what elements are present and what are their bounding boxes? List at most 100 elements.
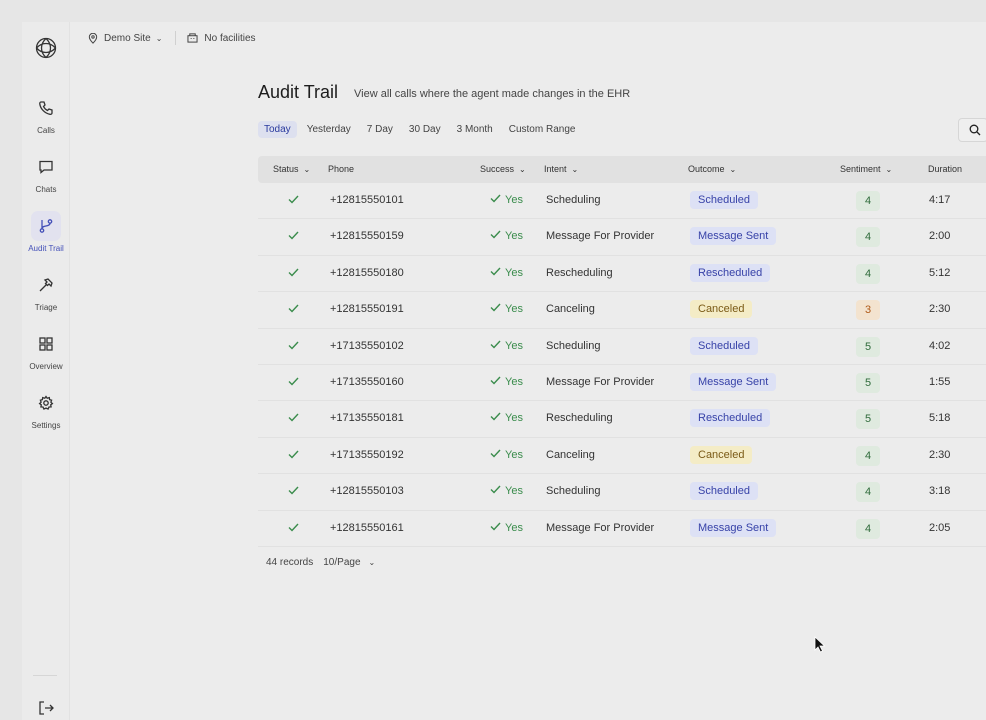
success-cell: Yes	[490, 522, 523, 534]
status-check-icon	[288, 304, 299, 316]
location-pin-icon	[88, 32, 98, 44]
chevron-down-icon[interactable]: ⌄	[156, 34, 163, 43]
app-window: Calls Chats Audit Trail Triage Overview	[22, 22, 986, 720]
table-row[interactable]: +12815550161 Yes Message For Provider Me…	[258, 511, 986, 547]
sidebar: Calls Chats Audit Trail Triage Overview	[22, 22, 70, 720]
table-row[interactable]: +17135550192 Yes Canceling Canceled 4 2:…	[258, 438, 986, 475]
chevron-down-icon: ⌄	[729, 164, 737, 174]
filter-7-day[interactable]: 7 Day	[361, 121, 399, 138]
filter-today[interactable]: Today	[258, 121, 297, 138]
sidebar-item-label: Overview	[29, 362, 63, 371]
column-success[interactable]: Success ⌄	[480, 164, 526, 174]
column-sentiment[interactable]: Sentiment ⌄	[840, 164, 892, 174]
outcome-badge: Scheduled	[690, 191, 758, 209]
duration-cell: 5:12	[929, 266, 951, 279]
gear-icon	[31, 388, 61, 418]
duration-cell: 1:55	[929, 375, 951, 388]
duration-cell: 2:05	[929, 521, 951, 534]
outcome-badge: Scheduled	[690, 482, 758, 501]
sidebar-item-label: Calls	[37, 126, 55, 135]
outcome-badge: Message Sent	[690, 372, 777, 391]
chevron-down-icon: ⌄	[571, 164, 579, 174]
table-row[interactable]: +12815550191 Yes Canceling Canceled 3 2:…	[258, 292, 986, 329]
intent-cell: Rescheduling	[546, 266, 613, 279]
sidebar-item-chats[interactable]: Chats	[22, 152, 70, 194]
app-logo[interactable]	[34, 36, 58, 60]
column-label: Success	[480, 164, 515, 174]
duration-cell: 2:30	[929, 448, 951, 461]
success-label: Yes	[505, 303, 523, 316]
intent-cell: Scheduling	[546, 485, 601, 498]
sidebar-item-label: Audit Trail	[28, 244, 64, 253]
sidebar-item-calls[interactable]: Calls	[22, 93, 70, 135]
check-icon	[490, 194, 505, 206]
table-row[interactable]: +17135550102 Yes Scheduling Scheduled 5 …	[258, 329, 986, 365]
table-row[interactable]: +12815550103 Yes Scheduling Scheduled 4 …	[258, 474, 986, 511]
check-icon	[490, 449, 505, 461]
table-row[interactable]: +12815550101 Yes Scheduling Scheduled 4 …	[258, 183, 986, 220]
success-cell: Yes	[490, 230, 523, 242]
check-icon	[490, 230, 505, 242]
duration-cell: 4:17	[929, 194, 951, 206]
success-cell: Yes	[490, 485, 523, 497]
filter-custom-range[interactable]: Custom Range	[503, 121, 582, 138]
table-row[interactable]: +17135550160 Yes Message For Provider Me…	[258, 365, 986, 402]
success-label: Yes	[505, 230, 523, 243]
facilities-selector[interactable]: No facilities	[204, 33, 255, 44]
status-check-icon	[288, 523, 299, 535]
sidebar-item-settings[interactable]: Settings	[22, 388, 70, 430]
success-cell: Yes	[490, 267, 523, 279]
site-selector[interactable]: Demo Site	[104, 33, 151, 44]
table-header: Status ⌄ Phone Success ⌄ Intent ⌄ Outcome ⌄ …	[258, 156, 986, 183]
outcome-badge: Scheduled	[690, 336, 758, 355]
outcome-badge: Canceled	[690, 445, 753, 464]
page-size-select[interactable]: 10/Page ⌄	[323, 557, 375, 568]
success-label: Yes	[505, 448, 523, 461]
table-body: +12815550101 Yes Scheduling Scheduled 4 …	[258, 183, 986, 547]
date-filter-tabs: Today Yesterday 7 Day 30 Day 3 Month Cus…	[258, 121, 585, 138]
filter-3-month[interactable]: 3 Month	[451, 121, 499, 138]
outcome-badge: Message Sent	[690, 227, 777, 246]
sidebar-item-label: Triage	[34, 303, 58, 312]
audit-trail-icon	[31, 211, 61, 241]
sidebar-item-audit-trail[interactable]: Audit Trail	[22, 211, 70, 253]
phone-cell: +12815550159	[330, 230, 404, 243]
column-status[interactable]: Status ⌄	[273, 164, 310, 174]
check-icon	[490, 376, 505, 388]
sentiment-badge: 4	[856, 518, 880, 539]
column-outcome[interactable]: Outcome ⌄	[688, 164, 736, 174]
status-check-icon	[288, 341, 299, 353]
duration-cell: 5:18	[929, 412, 951, 425]
duration-cell: 3:18	[929, 485, 951, 498]
sentiment-badge: 4	[856, 191, 880, 211]
success-cell: Yes	[490, 412, 523, 424]
duration-cell: 2:30	[929, 303, 951, 316]
column-phone[interactable]: Phone	[328, 164, 354, 174]
sidebar-item-label: Settings	[31, 421, 61, 430]
table-row[interactable]: +17135550181 Yes Rescheduling Reschedule…	[258, 401, 986, 438]
column-intent[interactable]: Intent ⌄	[544, 164, 578, 174]
outcome-badge: Rescheduled	[690, 409, 771, 428]
search-button[interactable]	[958, 118, 986, 142]
page-subtitle: View all calls where the agent made chan…	[354, 88, 631, 100]
sidebar-item-overview[interactable]: Overview	[22, 329, 70, 371]
table-row[interactable]: +12815550159 Yes Message For Provider Me…	[258, 219, 986, 256]
filter-30-day[interactable]: 30 Day	[403, 121, 447, 138]
intent-cell: Scheduling	[546, 339, 601, 352]
column-duration[interactable]: Duration	[928, 164, 962, 174]
sidebar-item-triage[interactable]: Triage	[22, 270, 70, 312]
logout-icon[interactable]	[36, 698, 56, 718]
table-row[interactable]: +12815550180 Yes Rescheduling Reschedule…	[258, 256, 986, 293]
sentiment-badge: 4	[856, 263, 880, 284]
filter-yesterday[interactable]: Yesterday	[301, 121, 357, 138]
chevron-down-icon: ⌄	[519, 164, 526, 174]
outcome-badge: Canceled	[690, 300, 753, 319]
column-label: Outcome	[688, 164, 725, 174]
check-icon	[490, 340, 505, 352]
status-check-icon	[288, 450, 299, 462]
intent-cell: Rescheduling	[546, 412, 613, 425]
sentiment-badge: 4	[856, 227, 880, 248]
chat-icon	[31, 152, 61, 182]
sentiment-badge: 5	[856, 372, 880, 393]
check-icon	[490, 485, 505, 497]
